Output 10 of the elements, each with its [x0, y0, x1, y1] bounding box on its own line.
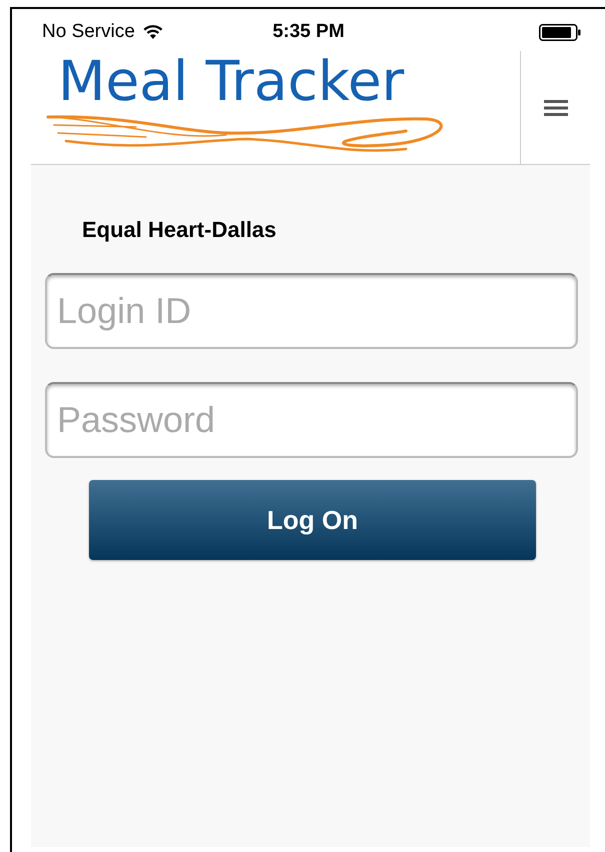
status-time: 5:35 PM	[272, 21, 344, 43]
wifi-icon	[142, 24, 163, 40]
battery-icon	[539, 24, 581, 40]
logo-text: Meal Tracker	[58, 51, 406, 111]
carrier-name: No Service	[42, 21, 135, 43]
organization-name: Equal Heart-Dallas	[82, 217, 278, 243]
login-id-field[interactable]: Login ID	[45, 273, 578, 349]
log-on-button[interactable]: Log On	[89, 480, 536, 560]
menu-icon	[544, 98, 568, 116]
password-field[interactable]: Password	[45, 382, 578, 458]
